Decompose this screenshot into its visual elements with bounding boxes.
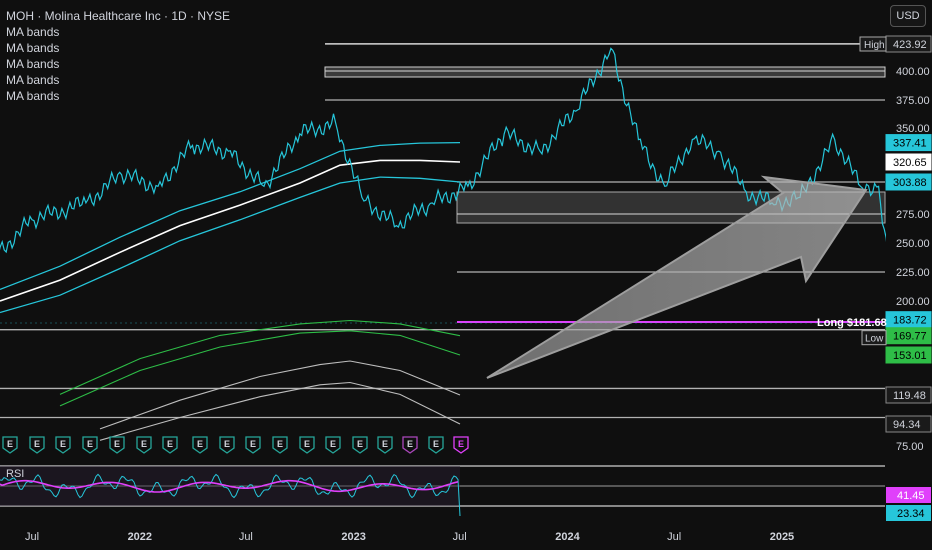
rsi-value-text: 41.45: [897, 490, 925, 502]
x-tick-label: Jul: [453, 531, 467, 543]
y-axis-badge-text: 153.01: [893, 350, 927, 362]
earnings-marker-label: E: [60, 439, 66, 449]
earnings-marker-label: E: [114, 439, 120, 449]
x-tick-label: Jul: [667, 531, 681, 543]
y-tick-label: 225.00: [896, 267, 930, 279]
x-tick-label: 2023: [341, 531, 365, 543]
zone-400: [324, 66, 886, 78]
y-axis-badge-text: 320.65: [893, 157, 927, 169]
earnings-marker-label: E: [330, 439, 336, 449]
y-tick-label: 375.00: [896, 95, 930, 107]
earnings-marker-label: E: [87, 439, 93, 449]
x-tick-label: 2024: [555, 531, 580, 543]
indicator-ma-bands-5[interactable]: MA bands: [6, 88, 230, 104]
y-axis-badge-text: 169.77: [893, 331, 927, 343]
y-tick-label: 250.00: [896, 238, 930, 250]
y-tick-label: 350.00: [896, 123, 930, 135]
long-callout-text: Long $181.68: [817, 317, 887, 329]
y-tick-label: 75.00: [896, 441, 924, 453]
earnings-marker-label: E: [250, 439, 256, 449]
indicator-ma-bands-4[interactable]: MA bands: [6, 72, 230, 88]
earnings-marker-label: E: [304, 439, 310, 449]
earnings-marker-label: E: [34, 439, 40, 449]
rsi-current-text: 23.34: [897, 508, 925, 520]
x-tick-label: Jul: [239, 531, 253, 543]
y-axis-badge-text: 94.34: [893, 419, 921, 431]
indicator-ma-bands-2[interactable]: MA bands: [6, 40, 230, 56]
y-axis-badge-text: 119.48: [893, 390, 926, 402]
y-tick-label: 275.00: [896, 209, 930, 221]
y-axis-badge-text: 337.41: [893, 138, 927, 150]
earnings-marker-label: E: [357, 439, 363, 449]
earnings-marker-label: E: [167, 439, 173, 449]
y-axis-badge-text: 183.72: [893, 315, 927, 327]
earnings-marker-label: E: [382, 439, 388, 449]
rsi-label: RSI: [6, 468, 24, 480]
earnings-marker-label: E: [7, 439, 13, 449]
chart-legend: MOH · Molina Healthcare Inc · 1D · NYSE …: [6, 8, 230, 104]
x-tick-label: 2025: [770, 531, 794, 543]
high-callout-text: High: [864, 40, 885, 51]
earnings-marker-label: E: [277, 439, 283, 449]
x-tick-label: Jul: [25, 531, 39, 543]
symbol-title[interactable]: MOH · Molina Healthcare Inc · 1D · NYSE: [6, 8, 230, 24]
y-tick-label: 200.00: [896, 296, 930, 308]
earnings-marker-label: E: [407, 439, 413, 449]
x-tick-label: 2022: [128, 531, 152, 543]
indicator-ma-bands-3[interactable]: MA bands: [6, 56, 230, 72]
indicator-ma-bands-1[interactable]: MA bands: [6, 24, 230, 40]
earnings-marker-label: E: [224, 439, 230, 449]
earnings-marker-label: E: [141, 439, 147, 449]
y-axis-badge-text: 423.92: [893, 39, 927, 51]
currency-button[interactable]: USD: [890, 5, 926, 27]
y-axis-badge-text: 303.88: [893, 177, 927, 189]
earnings-marker-label: E: [197, 439, 203, 449]
y-tick-label: 400.00: [896, 66, 930, 78]
earnings-marker-label: E: [458, 439, 464, 449]
y-axis: 400.00 375.00 350.00 275.00 250.00 225.00 200.…: [885, 30, 932, 550]
earnings-marker-label: E: [433, 439, 439, 449]
low-callout-text: Low: [865, 334, 884, 345]
y-axis-background: [886, 30, 932, 550]
